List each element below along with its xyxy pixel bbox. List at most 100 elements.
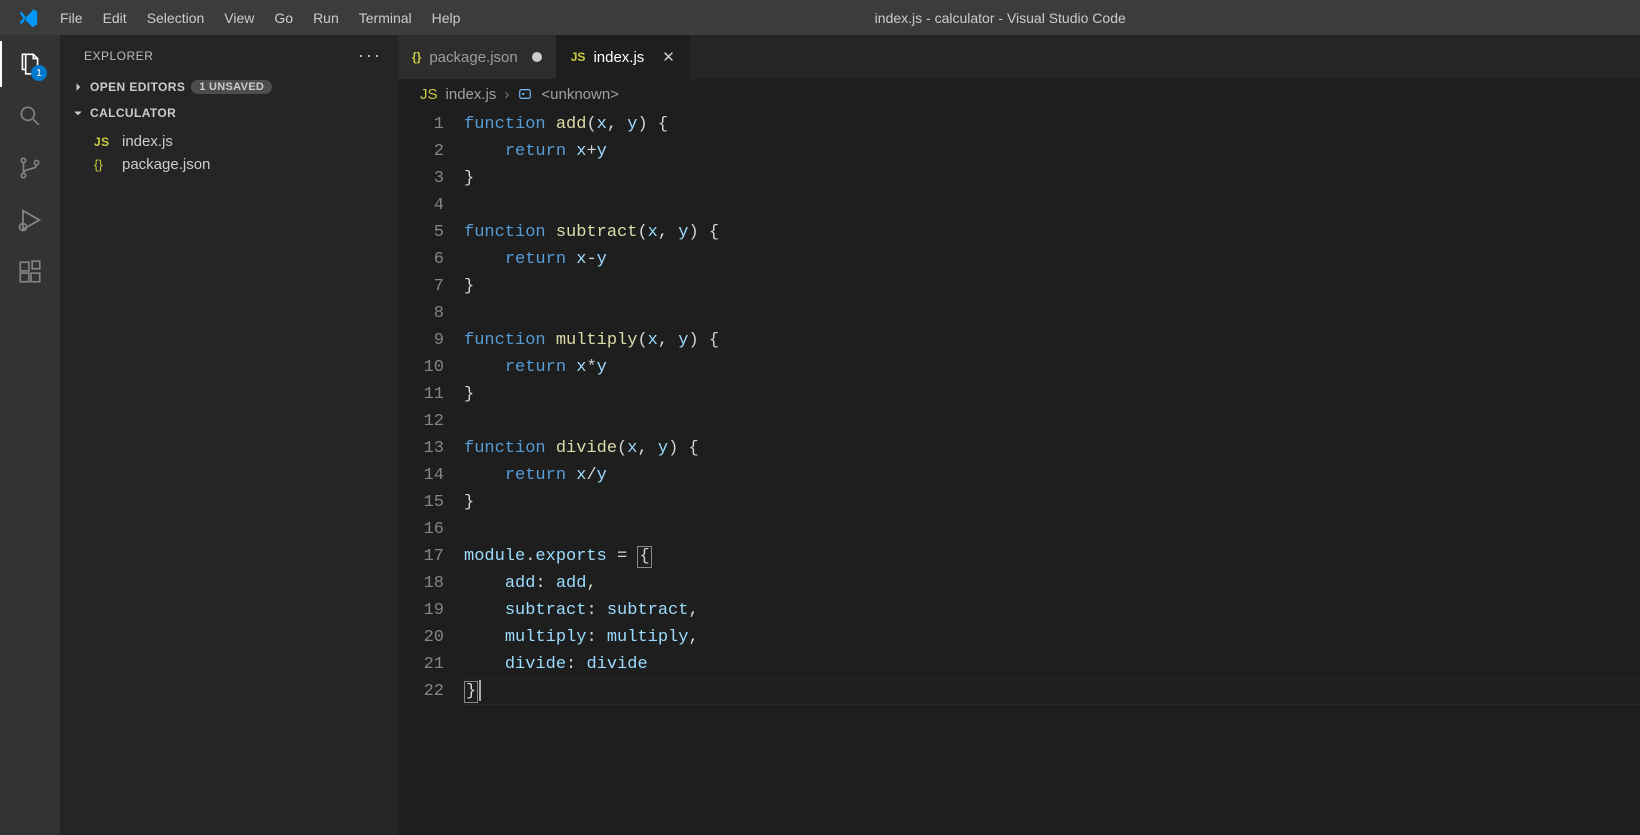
code-editor[interactable]: 12345678910111213141516171819202122 func… <box>398 109 1640 835</box>
code-line[interactable] <box>464 300 1640 327</box>
file-tree: JS index.js {} package.json <box>60 126 398 176</box>
line-number: 7 <box>398 273 444 300</box>
line-number: 10 <box>398 354 444 381</box>
line-number: 6 <box>398 246 444 273</box>
code-line[interactable]: module.exports = { <box>464 543 1640 570</box>
more-actions-icon[interactable]: ··· <box>358 45 382 66</box>
code-line[interactable]: return x*y <box>464 354 1640 381</box>
code-line[interactable]: function divide(x, y) { <box>464 435 1640 462</box>
editor-group: {} package.json JS index.js ✕ JS index.js › … <box>398 35 1640 835</box>
window-title: index.js - calculator - Visual Studio Co… <box>470 10 1530 26</box>
folder-header[interactable]: CALCULATOR <box>60 100 398 126</box>
code-line[interactable]: return x-y <box>464 246 1640 273</box>
code-line[interactable]: add: add, <box>464 570 1640 597</box>
menu-terminal[interactable]: Terminal <box>349 10 422 26</box>
open-editors-label: OPEN EDITORS <box>90 80 185 94</box>
menu-selection[interactable]: Selection <box>137 10 215 26</box>
code-line[interactable] <box>464 192 1640 219</box>
menu-view[interactable]: View <box>214 10 264 26</box>
code-line[interactable]: } <box>464 489 1640 516</box>
code-line[interactable]: subtract: subtract, <box>464 597 1640 624</box>
text-cursor <box>479 680 481 701</box>
tab-package-json[interactable]: {} package.json <box>398 35 557 79</box>
code-line[interactable]: } <box>464 678 1640 705</box>
line-number: 21 <box>398 651 444 678</box>
json-file-icon: {} <box>94 157 114 172</box>
code-line[interactable]: return x/y <box>464 462 1640 489</box>
menu-bar: FileEditSelectionViewGoRunTerminalHelp <box>50 10 470 26</box>
js-file-icon: JS <box>571 50 586 64</box>
chevron-right-icon <box>72 81 84 93</box>
js-file-icon: JS <box>94 135 114 149</box>
dirty-indicator-icon <box>532 52 542 62</box>
breadcrumb[interactable]: JS index.js › <unknown> <box>398 79 1640 109</box>
code-line[interactable]: function multiply(x, y) { <box>464 327 1640 354</box>
line-number: 5 <box>398 219 444 246</box>
code-content[interactable]: function add(x, y) { return x+y} function… <box>464 111 1640 835</box>
line-number: 15 <box>398 489 444 516</box>
activity-bar: 1 <box>0 35 60 835</box>
folder-name: CALCULATOR <box>90 106 176 120</box>
code-line[interactable]: return x+y <box>464 138 1640 165</box>
chevron-right-icon: › <box>504 86 509 103</box>
unsaved-badge: 1 UNSAVED <box>191 80 272 94</box>
file-item-index-js[interactable]: JS index.js <box>60 130 398 153</box>
source-control-icon[interactable] <box>15 153 45 183</box>
line-number: 2 <box>398 138 444 165</box>
line-number: 4 <box>398 192 444 219</box>
menu-file[interactable]: File <box>50 10 93 26</box>
close-icon[interactable]: ✕ <box>662 48 675 66</box>
line-number: 8 <box>398 300 444 327</box>
menu-help[interactable]: Help <box>422 10 471 26</box>
search-icon[interactable] <box>15 101 45 131</box>
extensions-icon[interactable] <box>15 257 45 287</box>
line-number: 17 <box>398 543 444 570</box>
tab-index-js[interactable]: JS index.js ✕ <box>557 35 690 79</box>
code-line[interactable]: multiply: multiply, <box>464 624 1640 651</box>
line-number: 19 <box>398 597 444 624</box>
open-editors-header[interactable]: OPEN EDITORS 1 UNSAVED <box>60 74 398 100</box>
line-number: 3 <box>398 165 444 192</box>
sidebar-title: EXPLORER <box>84 49 153 63</box>
code-line[interactable] <box>464 516 1640 543</box>
line-number: 14 <box>398 462 444 489</box>
line-number: 1 <box>398 111 444 138</box>
matched-bracket: } <box>464 681 478 703</box>
menu-go[interactable]: Go <box>264 10 303 26</box>
file-label: index.js <box>122 133 173 150</box>
explorer-icon[interactable]: 1 <box>15 49 45 79</box>
code-line[interactable]: function subtract(x, y) { <box>464 219 1640 246</box>
explorer-badge: 1 <box>31 65 47 81</box>
code-line[interactable]: divide: divide <box>464 651 1640 678</box>
json-file-icon: {} <box>412 50 421 64</box>
matched-bracket: { <box>637 546 651 568</box>
breadcrumb-file: index.js <box>446 86 497 103</box>
menu-run[interactable]: Run <box>303 10 349 26</box>
line-number: 20 <box>398 624 444 651</box>
code-line[interactable]: function add(x, y) { <box>464 111 1640 138</box>
line-number: 9 <box>398 327 444 354</box>
editor-tabs: {} package.json JS index.js ✕ <box>398 35 1640 79</box>
menu-edit[interactable]: Edit <box>93 10 137 26</box>
file-label: package.json <box>122 156 210 173</box>
code-line[interactable]: } <box>464 165 1640 192</box>
line-number: 16 <box>398 516 444 543</box>
code-line[interactable]: } <box>464 381 1640 408</box>
file-item-package-json[interactable]: {} package.json <box>60 153 398 176</box>
line-number: 12 <box>398 408 444 435</box>
tab-label: index.js <box>593 49 644 66</box>
symbol-icon <box>517 86 533 103</box>
line-number: 13 <box>398 435 444 462</box>
tab-label: package.json <box>429 49 517 66</box>
vscode-logo-icon <box>10 7 46 29</box>
code-line[interactable] <box>464 408 1640 435</box>
run-debug-icon[interactable] <box>15 205 45 235</box>
line-number: 18 <box>398 570 444 597</box>
code-line[interactable]: } <box>464 273 1640 300</box>
js-file-icon: JS <box>420 86 438 103</box>
line-number: 22 <box>398 678 444 705</box>
breadcrumb-symbol: <unknown> <box>541 86 619 103</box>
line-number-gutter: 12345678910111213141516171819202122 <box>398 111 464 835</box>
sidebar-explorer: EXPLORER ··· OPEN EDITORS 1 UNSAVED CALC… <box>60 35 398 835</box>
line-number: 11 <box>398 381 444 408</box>
